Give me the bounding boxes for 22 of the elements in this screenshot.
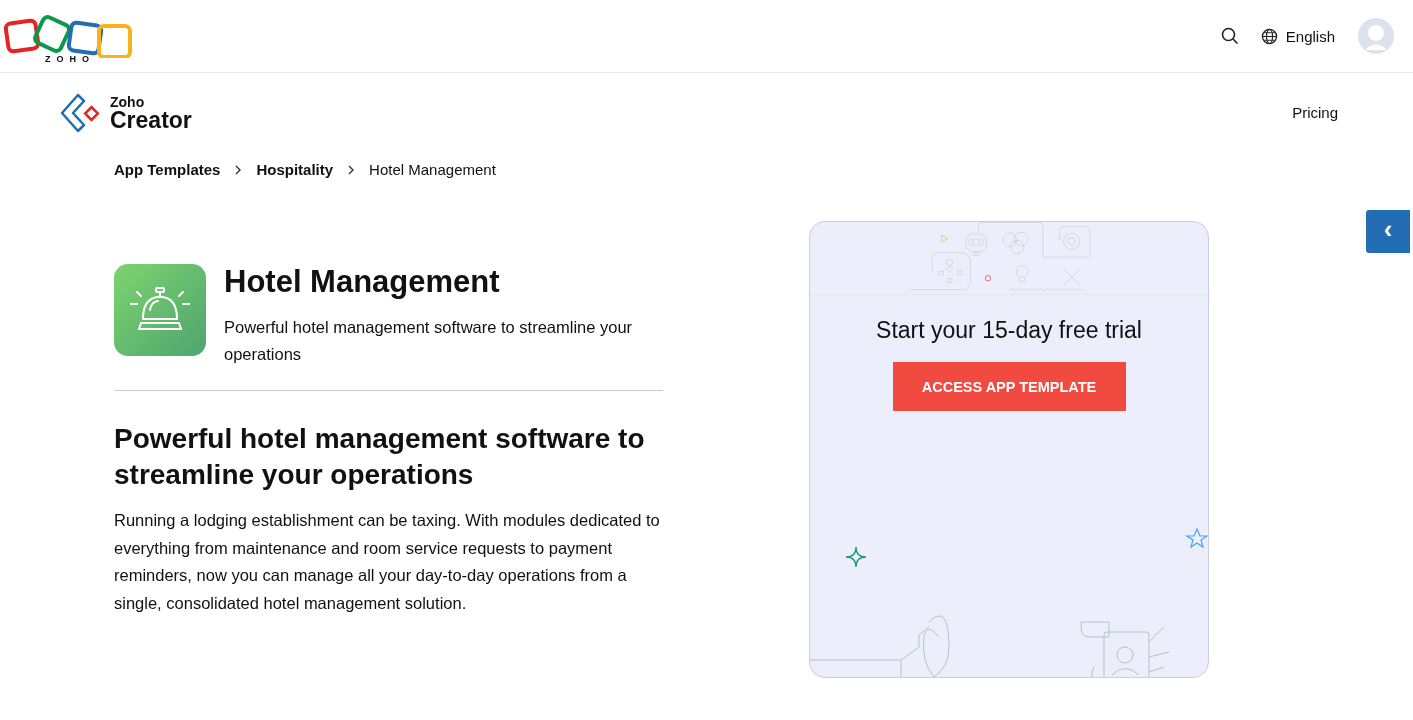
logo-prefix: Zoho [110,94,146,109]
breadcrumb-link[interactable]: Hospitality [256,161,334,178]
trial-heading: Start your 15-day free trial [876,317,1142,344]
chevron-right-icon [347,164,356,175]
zoho-rings-icon [2,12,132,58]
zoho-wordmark: ZOHO [44,54,95,64]
zoho-creator-logo[interactable]: Zoho Creator [58,90,192,136]
nav-link[interactable]: Pricing [1292,104,1338,121]
app-title: Hotel Management [224,264,501,300]
chevron-right-icon [234,164,243,175]
app-subtitle: Powerful hotel management software to streamline your operations [224,317,634,365]
globe-icon [1260,27,1278,45]
breadcrumb-link[interactable]: Hotel Management [369,161,496,178]
logo-product-name: Creator [110,108,192,132]
language-selector[interactable]: English [1260,27,1335,45]
section-description: Running a lodging establishment can be taxing. With modules dedicated to everything from maintenance and room service requests to payment reminders, now you can manage all your day-to-day operations from a single, consolidated hotel management solution. [114,510,661,614]
zoho-logo[interactable]: ZOHO [2,12,132,64]
section-heading: Powerful hotel management software to streamline your operations [114,422,646,492]
search-icon[interactable] [1220,27,1239,45]
collapse-panel-tab[interactable]: ‹ [1366,210,1410,253]
breadcrumb-link[interactable]: App Templates [114,161,221,178]
access-template-button[interactable]: ACCESS APP TEMPLATE [892,362,1126,411]
